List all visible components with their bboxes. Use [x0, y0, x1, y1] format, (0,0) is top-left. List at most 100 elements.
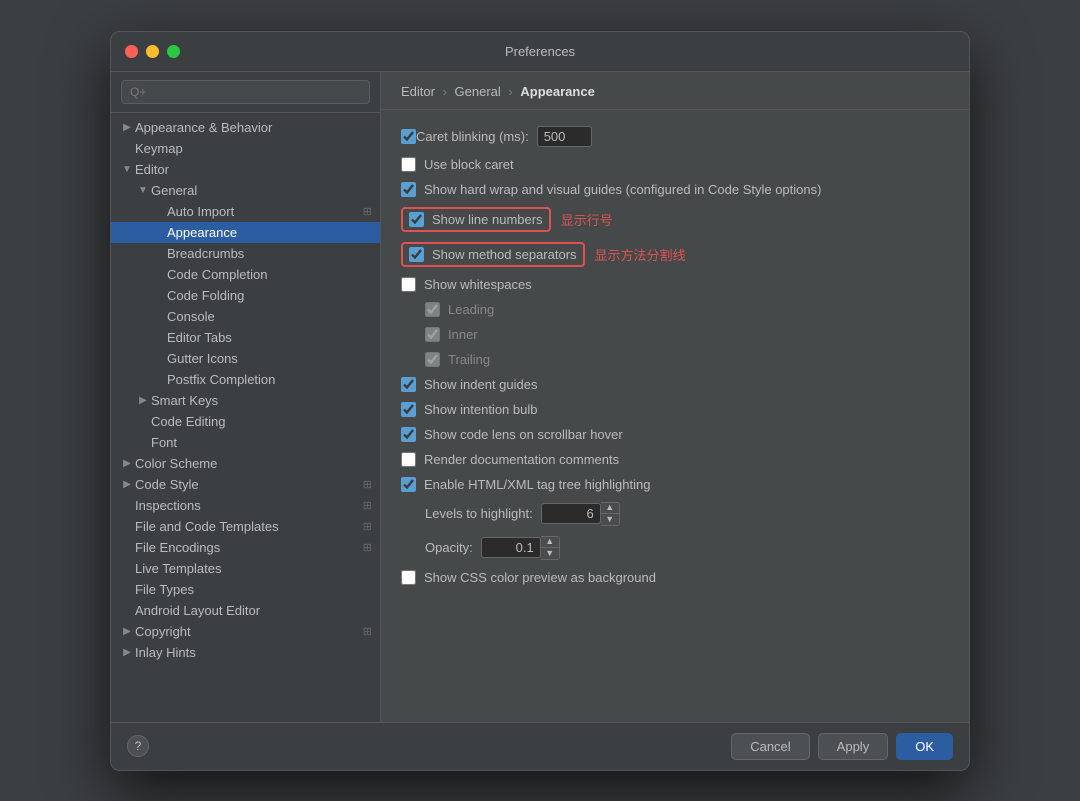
show-css-checkbox[interactable] — [401, 570, 416, 585]
sidebar-item-gutter-icons[interactable]: Gutter Icons — [111, 348, 380, 369]
help-label: ? — [135, 739, 142, 753]
show-intention-bulb-row: Show intention bulb — [401, 402, 949, 417]
show-hard-wrap-label[interactable]: Show hard wrap and visual guides (config… — [424, 182, 821, 197]
show-method-separators-checkbox[interactable] — [409, 247, 424, 262]
show-code-lens-label[interactable]: Show code lens on scrollbar hover — [424, 427, 623, 442]
sidebar-item-appearance[interactable]: Appearance — [111, 222, 380, 243]
sidebar-item-file-encodings[interactable]: File Encodings ⊞ — [111, 537, 380, 558]
copy-icon: ⊞ — [363, 478, 372, 491]
show-method-separators-label[interactable]: Show method separators — [432, 247, 577, 262]
levels-increment-button[interactable]: ▲ — [601, 503, 619, 514]
settings-panel: Editor › General › Appearance Caret blin… — [381, 72, 969, 722]
sidebar-label: General — [151, 183, 197, 198]
sidebar-item-console[interactable]: Console — [111, 306, 380, 327]
show-intention-bulb-label[interactable]: Show intention bulb — [424, 402, 537, 417]
apply-button[interactable]: Apply — [818, 733, 889, 760]
inner-checkbox[interactable] — [425, 327, 440, 342]
show-indent-guides-label[interactable]: Show indent guides — [424, 377, 537, 392]
levels-decrement-button[interactable]: ▼ — [601, 514, 619, 525]
maximize-button[interactable] — [167, 45, 180, 58]
show-indent-guides-checkbox[interactable] — [401, 377, 416, 392]
caret-blinking-input[interactable]: 500 — [537, 126, 592, 147]
sidebar-item-keymap[interactable]: Keymap — [111, 138, 380, 159]
search-input[interactable] — [121, 80, 370, 104]
opacity-input[interactable]: 0.1 — [481, 537, 541, 558]
sidebar-label: Code Style — [135, 477, 199, 492]
sidebar-label: Appearance & Behavior — [135, 120, 272, 135]
sidebar-item-inspections[interactable]: Inspections ⊞ — [111, 495, 380, 516]
sidebar-item-code-editing[interactable]: Code Editing — [111, 411, 380, 432]
use-block-caret-label[interactable]: Use block caret — [424, 157, 514, 172]
close-button[interactable] — [125, 45, 138, 58]
cancel-button[interactable]: Cancel — [731, 733, 809, 760]
sidebar-label: Postfix Completion — [167, 372, 275, 387]
sidebar-label: Inspections — [135, 498, 201, 513]
sidebar-item-android-layout-editor[interactable]: Android Layout Editor — [111, 600, 380, 621]
levels-highlight-input[interactable]: 6 — [541, 503, 601, 524]
trailing-checkbox[interactable] — [425, 352, 440, 367]
sidebar-item-code-completion[interactable]: Code Completion — [111, 264, 380, 285]
render-docs-checkbox[interactable] — [401, 452, 416, 467]
show-whitespaces-checkbox[interactable] — [401, 277, 416, 292]
sidebar-item-color-scheme[interactable]: ▶ Color Scheme — [111, 453, 380, 474]
sidebar-item-postfix-completion[interactable]: Postfix Completion — [111, 369, 380, 390]
sidebar-item-code-folding[interactable]: Code Folding — [111, 285, 380, 306]
sidebar-label: Breadcrumbs — [167, 246, 244, 261]
enable-html-xml-label[interactable]: Enable HTML/XML tag tree highlighting — [424, 477, 650, 492]
enable-html-xml-row: Enable HTML/XML tag tree highlighting — [401, 477, 949, 492]
opacity-decrement-button[interactable]: ▼ — [541, 548, 559, 559]
window-title: Preferences — [505, 44, 575, 59]
caret-blinking-row: Caret blinking (ms): 500 — [401, 126, 949, 147]
sidebar-label: File and Code Templates — [135, 519, 279, 534]
sidebar-item-file-code-templates[interactable]: File and Code Templates ⊞ — [111, 516, 380, 537]
copy-icon: ⊞ — [363, 541, 372, 554]
show-line-numbers-label[interactable]: Show line numbers — [432, 212, 543, 227]
chevron-right-icon: ▶ — [119, 626, 135, 637]
sidebar-item-auto-import[interactable]: Auto Import ⊞ — [111, 201, 380, 222]
show-line-numbers-checkbox[interactable] — [409, 212, 424, 227]
levels-highlight-spinner: 6 ▲ ▼ — [541, 502, 620, 526]
sidebar-label: Keymap — [135, 141, 183, 156]
render-docs-label[interactable]: Render documentation comments — [424, 452, 619, 467]
show-code-lens-row: Show code lens on scrollbar hover — [401, 427, 949, 442]
sidebar-label: Gutter Icons — [167, 351, 238, 366]
show-whitespaces-label[interactable]: Show whitespaces — [424, 277, 532, 292]
sidebar-label: Code Editing — [151, 414, 225, 429]
sidebar-item-appearance-behavior[interactable]: ▶ Appearance & Behavior — [111, 117, 380, 138]
ok-button[interactable]: OK — [896, 733, 953, 760]
show-code-lens-checkbox[interactable] — [401, 427, 416, 442]
sidebar-item-editor[interactable]: ▼ Editor — [111, 159, 380, 180]
show-css-row: Show CSS color preview as background — [401, 570, 949, 585]
sidebar-item-breadcrumbs[interactable]: Breadcrumbs — [111, 243, 380, 264]
sidebar-item-copyright[interactable]: ▶ Copyright ⊞ — [111, 621, 380, 642]
sidebar-label: Smart Keys — [151, 393, 218, 408]
caret-blinking-label[interactable]: Caret blinking (ms): — [416, 129, 529, 144]
sidebar-item-inlay-hints[interactable]: ▶ Inlay Hints — [111, 642, 380, 663]
chevron-down-icon: ▼ — [119, 164, 135, 175]
show-intention-bulb-checkbox[interactable] — [401, 402, 416, 417]
leading-checkbox[interactable] — [425, 302, 440, 317]
leading-label[interactable]: Leading — [448, 302, 494, 317]
sidebar-item-live-templates[interactable]: Live Templates — [111, 558, 380, 579]
caret-blinking-checkbox[interactable] — [401, 129, 416, 144]
sidebar-item-font[interactable]: Font — [111, 432, 380, 453]
inner-row: Inner — [425, 327, 949, 342]
sidebar-item-general[interactable]: ▼ General — [111, 180, 380, 201]
opacity-increment-button[interactable]: ▲ — [541, 537, 559, 548]
show-css-label[interactable]: Show CSS color preview as background — [424, 570, 656, 585]
sidebar-item-code-style[interactable]: ▶ Code Style ⊞ — [111, 474, 380, 495]
inner-label[interactable]: Inner — [448, 327, 478, 342]
sidebar-item-smart-keys[interactable]: ▶ Smart Keys — [111, 390, 380, 411]
minimize-button[interactable] — [146, 45, 159, 58]
sidebar-label: Appearance — [167, 225, 237, 240]
sidebar-label: Color Scheme — [135, 456, 217, 471]
show-hard-wrap-checkbox[interactable] — [401, 182, 416, 197]
chevron-right-icon: ▶ — [119, 458, 135, 469]
help-button[interactable]: ? — [127, 735, 149, 757]
use-block-caret-checkbox[interactable] — [401, 157, 416, 172]
sidebar-label: Inlay Hints — [135, 645, 196, 660]
sidebar-item-editor-tabs[interactable]: Editor Tabs — [111, 327, 380, 348]
enable-html-xml-checkbox[interactable] — [401, 477, 416, 492]
sidebar-item-file-types[interactable]: File Types — [111, 579, 380, 600]
trailing-label[interactable]: Trailing — [448, 352, 490, 367]
